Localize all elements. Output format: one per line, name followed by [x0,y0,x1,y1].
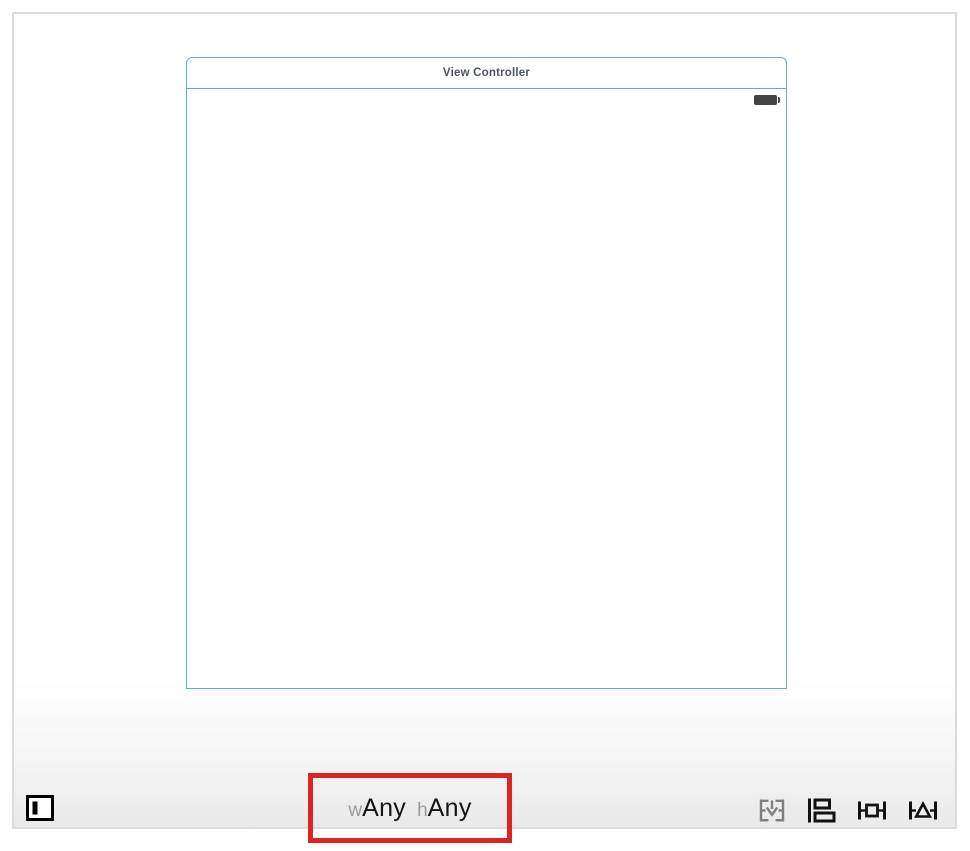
size-class-control[interactable]: w Any h Any [348,794,471,823]
width-prefix-label: w [348,800,362,822]
interface-builder-editor: View Controller w Any h Any [0,0,970,851]
resolve-auto-layout-issues-icon [907,797,939,824]
height-value-label: Any [428,794,472,823]
width-value-label: Any [362,794,406,823]
embed-in-stack-icon [758,797,786,824]
pin-constraints-button[interactable] [856,797,888,824]
document-outline-toggle-icon [26,809,54,824]
scene-titlebar[interactable]: View Controller [187,58,786,89]
document-outline-toggle-button[interactable] [26,795,54,824]
view-controller-scene[interactable]: View Controller [186,57,787,689]
scene-title: View Controller [443,67,530,79]
pin-constraints-icon [856,797,888,824]
embed-in-stack-button[interactable] [758,797,786,824]
align-icon [807,797,836,824]
align-button[interactable] [807,797,836,824]
height-prefix-label: h [417,800,428,822]
resolve-auto-layout-issues-button[interactable] [907,797,939,824]
battery-icon [754,95,777,105]
